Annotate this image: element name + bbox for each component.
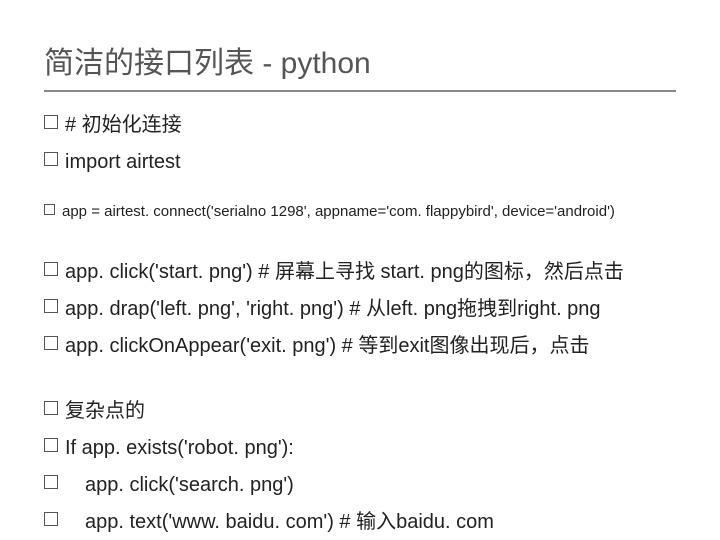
bullet-line: app. clickOnAppear('exit. png') # 等到exit… <box>44 331 676 362</box>
square-bullet-icon <box>44 401 58 415</box>
bullet-line: import airtest <box>44 147 676 178</box>
code-text: app. click('search. png') <box>65 470 294 501</box>
square-bullet-icon <box>44 152 58 166</box>
square-bullet-icon <box>44 115 58 129</box>
slide-title: 简洁的接口列表 - python <box>44 38 676 92</box>
code-text: import airtest <box>65 147 181 178</box>
bullet-line: If app. exists('robot. png'): <box>44 433 676 464</box>
square-bullet-icon <box>44 204 55 215</box>
square-bullet-icon <box>44 438 58 452</box>
code-text: app. drap('left. png', 'right. png') # 从… <box>65 294 601 325</box>
bullet-line: 复杂点的 <box>44 396 676 427</box>
square-bullet-icon <box>44 475 58 489</box>
code-text: app. clickOnAppear('exit. png') # 等到exit… <box>65 331 589 362</box>
bullet-line: app. click('search. png') <box>44 470 676 501</box>
code-text: app = airtest. connect('serialno 1298', … <box>62 200 615 223</box>
code-text: # 初始化连接 <box>65 110 182 141</box>
square-bullet-icon <box>44 512 58 526</box>
code-text: app. click('start. png') # 屏幕上寻找 start. … <box>65 257 624 288</box>
code-text: app. text('www. baidu. com') # 输入baidu. … <box>65 507 494 538</box>
square-bullet-icon <box>44 336 58 350</box>
code-text: If app. exists('robot. png'): <box>65 433 294 464</box>
square-bullet-icon <box>44 299 58 313</box>
bullet-line: app. text('www. baidu. com') # 输入baidu. … <box>44 507 676 538</box>
bullet-line: app = airtest. connect('serialno 1298', … <box>44 200 676 223</box>
bullet-line: app. drap('left. png', 'right. png') # 从… <box>44 294 676 325</box>
bullet-line: # 初始化连接 <box>44 110 676 141</box>
code-text: 复杂点的 <box>65 396 145 427</box>
square-bullet-icon <box>44 262 58 276</box>
bullet-line: app. click('start. png') # 屏幕上寻找 start. … <box>44 257 676 288</box>
